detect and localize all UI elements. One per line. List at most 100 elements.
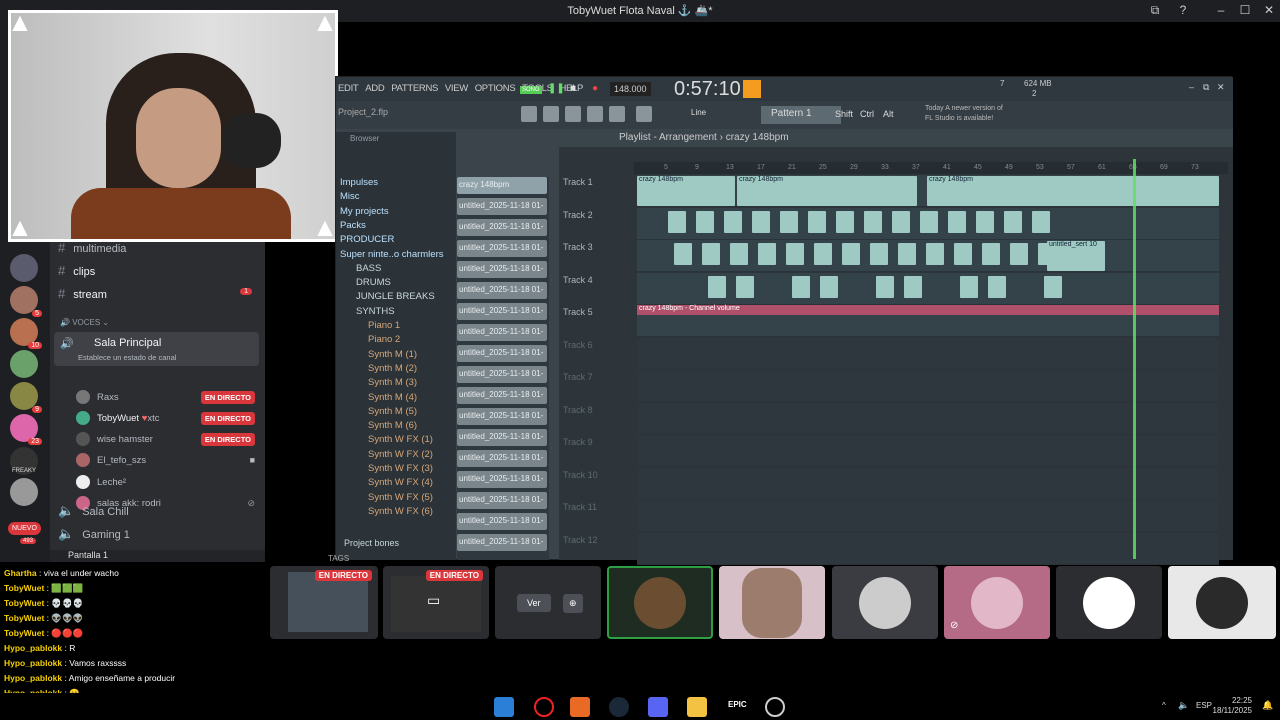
arrow-right-icon[interactable]	[636, 106, 652, 122]
channel-button[interactable]: untitled_2025-11-18 01-	[457, 282, 547, 299]
audio-clip[interactable]	[696, 210, 714, 233]
channel-button[interactable]: untitled_2025-11-18 01-	[457, 408, 547, 425]
audio-clip[interactable]	[752, 210, 770, 233]
minimize-button[interactable]: –	[1211, 3, 1231, 17]
track-lane[interactable]	[637, 500, 1219, 532]
channel-stream[interactable]: # stream 1	[58, 286, 258, 306]
browser-item[interactable]: Synth W FX (5)	[368, 492, 433, 503]
restore-button[interactable]: ⧉	[1203, 82, 1209, 93]
browser-item[interactable]: Synth W FX (2)	[368, 449, 433, 460]
voice-user[interactable]: TobyWuet ♥ xtc EN DIRECTO	[76, 408, 261, 428]
playhead[interactable]	[1133, 159, 1136, 559]
voice-user[interactable]: wise hamster EN DIRECTO	[76, 429, 261, 449]
pattern-selector[interactable]: Pattern 1	[761, 106, 841, 124]
audio-clip[interactable]	[668, 210, 686, 233]
browser-item[interactable]: DRUMS	[356, 277, 391, 288]
browser-item[interactable]: JUNGLE BREAKS	[356, 291, 435, 302]
track-lane[interactable]: crazy 148bpm - Channel volume	[637, 305, 1219, 337]
track-label[interactable]: Track 5	[563, 307, 593, 317]
ctrl-key[interactable]: Ctrl	[860, 109, 874, 119]
channel-button[interactable]: untitled_2025-11-18 01-	[457, 198, 547, 215]
browser-item[interactable]: Synth M (1)	[368, 349, 417, 360]
server-icon[interactable]	[10, 478, 38, 506]
voice-user[interactable]: Raxs EN DIRECTO	[76, 387, 261, 407]
voice-room-main[interactable]: 🔊 Sala Principal Establece un estado de …	[54, 332, 259, 366]
stream-tile[interactable]: EN DIRECTO ▭	[383, 566, 489, 639]
server-icon[interactable]: 5	[10, 286, 42, 317]
voice-category[interactable]: 🔊 VOCES ⌄	[60, 318, 109, 327]
tool-icon[interactable]	[565, 106, 581, 122]
news-line2[interactable]: FL Studio is available!	[925, 115, 993, 122]
audio-clip[interactable]: crazy 148bpm	[737, 176, 917, 206]
track-lane[interactable]	[637, 272, 1219, 305]
participant-tile[interactable]	[719, 566, 825, 639]
track-label[interactable]: Track 4	[563, 275, 593, 285]
track-label[interactable]: Track 2	[563, 210, 593, 220]
audio-clip[interactable]	[674, 243, 692, 265]
obs-icon[interactable]	[765, 697, 785, 717]
audio-clip[interactable]	[814, 243, 832, 265]
browser-item[interactable]: Synth M (3)	[368, 377, 417, 388]
track-label[interactable]: Track 1	[563, 177, 593, 187]
track-label[interactable]: Track 3	[563, 242, 593, 252]
channel-button[interactable]: untitled_2025-11-18 01-	[457, 303, 547, 320]
audio-clip[interactable]	[702, 243, 720, 265]
track-lane[interactable]	[637, 370, 1219, 402]
channel-button[interactable]: untitled_2025-11-18 01-	[457, 492, 547, 509]
audio-clip[interactable]	[842, 243, 860, 265]
audio-clip[interactable]	[870, 243, 888, 265]
track-label[interactable]: Track 7	[563, 372, 593, 382]
epic-games-icon[interactable]: EPIC	[728, 700, 747, 709]
channel-button[interactable]: untitled_2025-11-18 01-	[457, 366, 547, 383]
voice-room-gaming[interactable]: 🔈 Gaming 1	[58, 526, 258, 546]
audio-clip[interactable]	[1004, 210, 1022, 233]
audio-clip[interactable]	[892, 210, 910, 233]
alt-key[interactable]: Alt	[883, 109, 894, 119]
browser-item[interactable]: Synth M (4)	[368, 392, 417, 403]
channel-button[interactable]: untitled_2025-11-18 01-	[457, 345, 547, 362]
browser-item[interactable]: Misc	[340, 191, 360, 202]
timeline-ruler[interactable]: 5913172125293337414549535761656973	[634, 162, 1228, 174]
audio-clip[interactable]	[780, 210, 798, 233]
browser-item[interactable]: Synth W FX (4)	[368, 477, 433, 488]
close-button[interactable]: ✕	[1259, 3, 1279, 17]
stop-icon[interactable]: ■	[570, 83, 576, 94]
menu-edit[interactable]: EDIT	[336, 77, 360, 100]
file-explorer-icon[interactable]	[687, 697, 707, 717]
browser-item[interactable]: Synth W FX (3)	[368, 463, 433, 474]
fl-studio-icon[interactable]	[570, 697, 590, 717]
steam-icon[interactable]	[609, 697, 629, 717]
menu-patterns[interactable]: PATTERNS	[389, 77, 440, 100]
channel-button[interactable]: untitled_2025-11-18 01-	[457, 513, 547, 530]
automation-clip[interactable]: crazy 148bpm - Channel volume	[637, 305, 1219, 315]
audio-clip[interactable]	[904, 275, 922, 298]
server-icon[interactable]: 23	[10, 414, 42, 445]
track-lane[interactable]	[637, 467, 1219, 500]
taskbar-clock[interactable]: 22:25 18/11/2025	[1213, 696, 1252, 716]
song-mode-button[interactable]: SONG	[520, 86, 542, 94]
audio-clip[interactable]	[1032, 210, 1050, 233]
audio-clip[interactable]	[786, 243, 804, 265]
track-label[interactable]: Track 12	[563, 535, 598, 545]
speaker-icon[interactable]: 🔈	[1178, 700, 1189, 711]
voice-room-chill[interactable]: 🔈 Sala Chill	[58, 503, 258, 523]
tool-icon[interactable]	[609, 106, 625, 122]
participant-tile[interactable]	[1168, 566, 1276, 639]
browser-item[interactable]: Packs	[340, 220, 366, 231]
language-indicator[interactable]: ESP	[1196, 701, 1212, 710]
browser-item[interactable]: Piano 2	[368, 334, 400, 345]
audio-clip[interactable]: untitled_sert 10	[1047, 241, 1105, 271]
audio-clip[interactable]: crazy 148bpm	[927, 176, 1219, 206]
channel-button[interactable]: crazy 148bpm	[457, 177, 547, 194]
watch-button[interactable]: Ver	[517, 594, 551, 612]
audio-clip[interactable]	[898, 243, 916, 265]
metronome-icon[interactable]	[743, 80, 761, 98]
browser-item[interactable]: Synth M (6)	[368, 420, 417, 431]
opera-icon[interactable]	[534, 697, 554, 717]
audio-clip[interactable]	[724, 210, 742, 233]
track-lane[interactable]	[637, 337, 1219, 370]
stream-tile[interactable]: Ver ⊕	[495, 566, 601, 639]
audio-clip[interactable]	[736, 275, 754, 298]
track-lane[interactable]: untitled_sert 10	[637, 240, 1219, 272]
tempo-display[interactable]: 148.000	[610, 82, 651, 96]
